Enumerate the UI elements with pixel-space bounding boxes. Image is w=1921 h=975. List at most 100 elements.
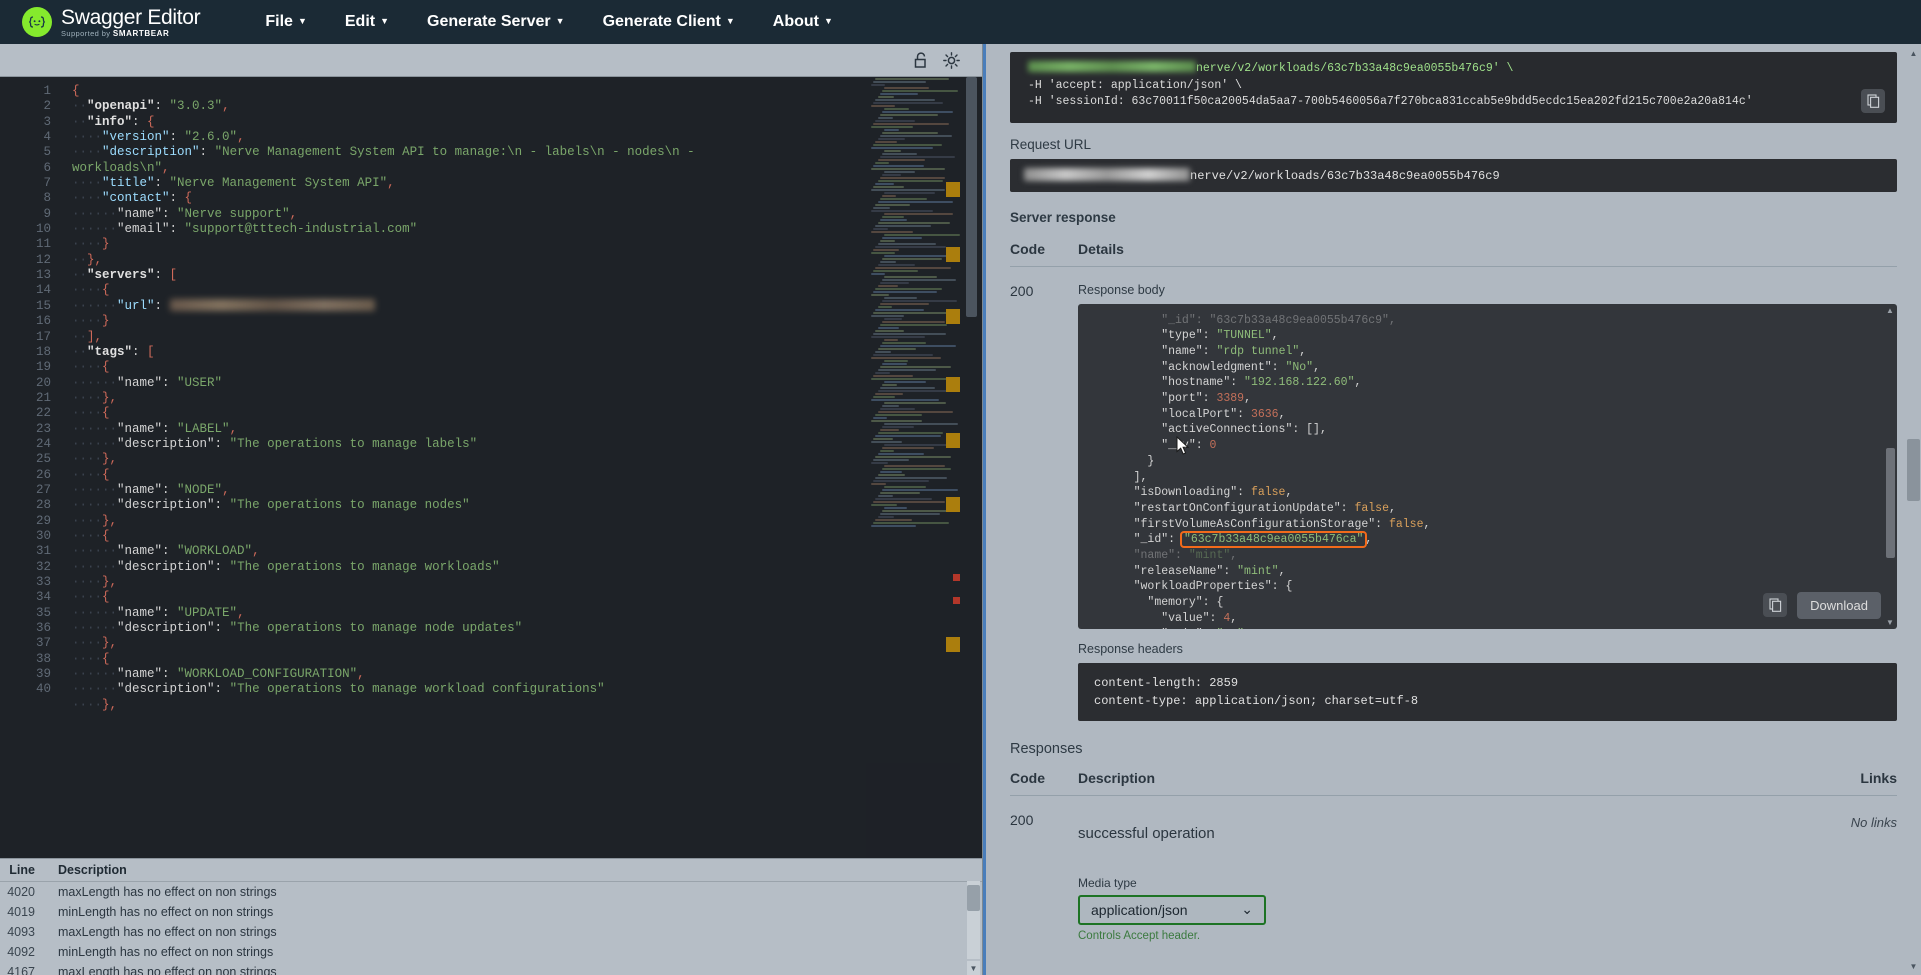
errors-scrollbar-thumb[interactable] xyxy=(967,885,980,911)
code-line: ······"description": "The operations to … xyxy=(62,498,982,513)
minimap-line xyxy=(875,519,912,521)
minimap-line xyxy=(884,339,898,341)
menu-item-about[interactable]: About▼ xyxy=(754,3,852,41)
error-row[interactable]: 4092minLength has no effect on non strin… xyxy=(0,942,982,962)
minimap-line xyxy=(882,384,897,386)
minimap-line xyxy=(882,258,942,260)
main-content-area: 1234567891011121314151617181920212223242… xyxy=(0,44,1921,975)
line-number: 14 xyxy=(0,283,62,298)
menu-item-generate-server[interactable]: Generate Server▼ xyxy=(408,3,584,41)
menu-item-edit[interactable]: Edit▼ xyxy=(326,3,408,41)
error-row[interactable]: 4167maxLength has no effect on non strin… xyxy=(0,962,982,975)
minimap-line xyxy=(882,363,907,365)
code-editor[interactable]: 1234567891011121314151617181920212223242… xyxy=(0,76,982,858)
redacted-request-host xyxy=(1024,168,1190,181)
minimap-line xyxy=(880,345,956,347)
editor-scrollbar[interactable] xyxy=(965,77,978,858)
minimap-line xyxy=(878,222,950,224)
minimap-line xyxy=(882,342,926,344)
json-line: "hostname": "192.168.122.60", xyxy=(1078,375,1897,391)
minimap-line xyxy=(878,495,893,497)
json-line: "restartOnConfigurationUpdate": false, xyxy=(1078,501,1897,517)
redacted-server-url xyxy=(170,299,375,311)
error-row[interactable]: 4093maxLength has no effect on non strin… xyxy=(0,922,982,942)
right-scroll-down-icon[interactable]: ▼ xyxy=(1907,959,1920,973)
chevron-down-icon: ⌄ xyxy=(1241,901,1253,918)
editor-minimap[interactable] xyxy=(866,77,960,858)
error-description: maxLength has no effect on non strings xyxy=(44,885,277,899)
line-number: 22 xyxy=(0,406,62,421)
line-number: 7 xyxy=(0,176,62,191)
download-button[interactable]: Download xyxy=(1797,592,1881,619)
minimap-line xyxy=(880,114,938,116)
error-row[interactable]: 4020maxLength has no effect on non strin… xyxy=(0,882,982,902)
errors-col-line: Line xyxy=(0,863,44,877)
minimap-line xyxy=(873,480,929,482)
minimap-line xyxy=(880,408,915,410)
highlighted-workload-id: "63c7b33a48c9ea0055b476ca" xyxy=(1182,533,1365,546)
right-pane-scrollbar[interactable]: ▲ ▼ xyxy=(1906,44,1921,975)
minimap-line xyxy=(880,219,907,221)
code-line: ····}, xyxy=(62,452,982,467)
code-line: ····{ xyxy=(62,360,982,375)
editor-code-content[interactable]: {··"openapi": "3.0.3",··"info": {····"ve… xyxy=(62,77,982,858)
minimap-line xyxy=(884,402,946,404)
minimap-line xyxy=(871,84,885,86)
minimap-line xyxy=(884,381,926,383)
response-body-scrollbar[interactable]: ▲ ▼ xyxy=(1885,306,1895,627)
copy-icon[interactable] xyxy=(1861,89,1885,113)
minimap-line xyxy=(873,270,918,272)
sun-icon[interactable] xyxy=(943,52,960,69)
minimap-line xyxy=(878,348,916,350)
line-number: 29 xyxy=(0,514,62,529)
minimap-line xyxy=(873,354,933,356)
minimap-line xyxy=(875,456,951,458)
code-line: ····{ xyxy=(62,406,982,421)
minimap-line xyxy=(882,321,945,323)
errors-scroll-down-icon[interactable]: ▼ xyxy=(967,961,980,975)
errors-scrollbar[interactable] xyxy=(967,881,980,959)
body-scroll-up-icon[interactable]: ▲ xyxy=(1885,306,1895,315)
copy-icon[interactable] xyxy=(1763,593,1787,617)
server-response-table-header: Code Details xyxy=(1010,241,1897,267)
swagger-ui-content: nerve/v2/workloads/63c7b33a48c9ea0055b47… xyxy=(986,52,1921,975)
json-line: "releaseName": "mint", xyxy=(1078,564,1897,580)
minimap-line xyxy=(884,87,929,89)
menu-item-generate-client[interactable]: Generate Client▼ xyxy=(584,3,754,41)
body-scroll-down-icon[interactable]: ▼ xyxy=(1885,618,1895,627)
minimap-line xyxy=(875,414,922,416)
menu-label: Edit xyxy=(345,13,375,30)
line-number: 40 xyxy=(0,682,62,697)
right-pane-scrollbar-thumb[interactable] xyxy=(1907,439,1920,501)
editor-pane: 1234567891011121314151617181920212223242… xyxy=(0,44,983,975)
response-body-actions: Download xyxy=(1763,592,1881,619)
media-type-label: Media type xyxy=(1078,876,1817,890)
minimap-line xyxy=(871,189,945,191)
response-body-scrollbar-thumb[interactable] xyxy=(1886,448,1895,558)
minimap-line xyxy=(878,453,924,455)
line-number: 39 xyxy=(0,667,62,682)
line-number: 2 xyxy=(0,99,62,114)
right-scroll-up-icon[interactable]: ▲ xyxy=(1907,46,1920,60)
minimap-line xyxy=(873,123,949,125)
minimap-line xyxy=(875,477,947,479)
response-body-box[interactable]: "_id": "63c7b33a48c9ea0055b476c9", "type… xyxy=(1078,304,1897,629)
unlock-icon[interactable] xyxy=(914,52,929,69)
error-row[interactable]: 4019minLength has no effect on non strin… xyxy=(0,902,982,922)
menu-item-file[interactable]: File▼ xyxy=(246,3,325,41)
minimap-line xyxy=(878,159,925,161)
minimap-line xyxy=(871,105,895,107)
json-line: "name": "mint", xyxy=(1078,548,1897,564)
minimap-line xyxy=(873,249,899,251)
line-number: 37 xyxy=(0,636,62,651)
minimap-line xyxy=(875,225,931,227)
json-line: "acknowledgment": "No", xyxy=(1078,360,1897,376)
editor-scrollbar-thumb[interactable] xyxy=(966,77,977,317)
server-col-details: Details xyxy=(1078,241,1897,257)
minimap-line xyxy=(871,210,933,212)
line-number: 30 xyxy=(0,529,62,544)
brand-logo-group[interactable]: Swagger Editor Supported by SMARTBEAR xyxy=(22,7,200,38)
editor-line-numbers: 1234567891011121314151617181920212223242… xyxy=(0,77,62,858)
line-number: 12 xyxy=(0,253,62,268)
media-type-select[interactable]: application/json ⌄ xyxy=(1078,895,1266,925)
